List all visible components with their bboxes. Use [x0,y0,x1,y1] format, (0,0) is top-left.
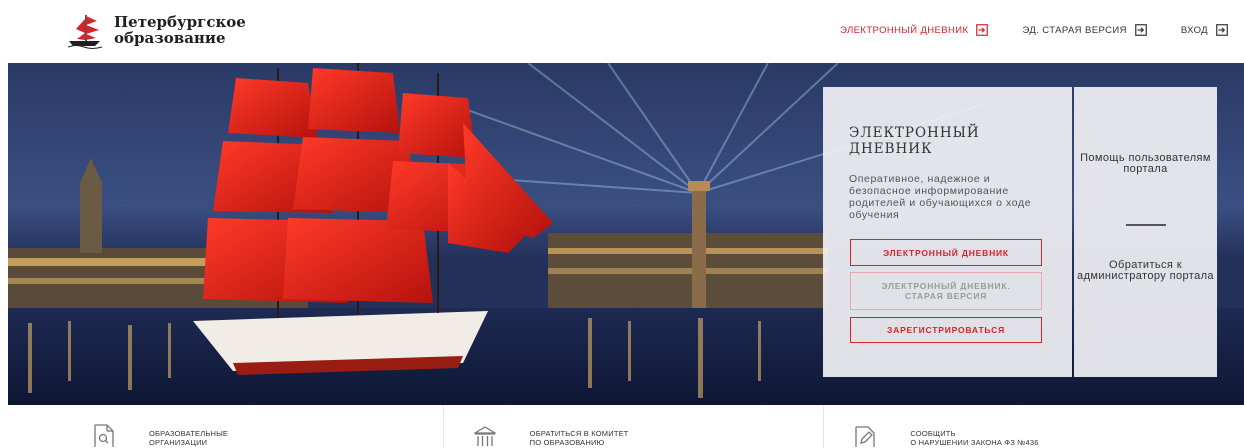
login-icon [1134,24,1147,36]
service-label: ОБРАТИТЬСЯ В КОМИТЕТ ПО ОБРАЗОВАНИЮ [530,429,629,447]
nav-old-version[interactable]: ЭД. СТАРАЯ ВЕРСИЯ [1022,24,1147,36]
old-version-button[interactable]: ЭЛЕКТРОННЫЙ ДНЕВНИК. СТАРАЯ ВЕРСИЯ [850,272,1042,310]
top-navigation: ЭЛЕКТРОННЫЙ ДНЕВНИК ЭД. СТАРАЯ ВЕРСИЯ ВХ… [806,24,1228,36]
brand-name-line2: образование [114,29,226,47]
contact-admin-link[interactable]: Обратиться к администратору портала [1074,260,1217,282]
nav-label: ЭД. СТАРАЯ ВЕРСИЯ [1022,24,1127,36]
government-building-icon [473,426,496,446]
help-divider [1126,224,1166,226]
login-icon [976,24,989,36]
service-educational-organizations[interactable]: ОБРАЗОВАТЕЛЬНЫЕ ОРГАНИЗАЦИИ [63,405,444,448]
register-button[interactable]: ЗАРЕГИСТРИРОВАТЬСЯ [850,317,1042,343]
nav-login[interactable]: ВХОД [1181,24,1228,36]
service-label-line2: О НАРУШЕНИИ ЗАКОНА ФЗ №436 [910,438,1039,447]
brand-name: Петербургское образование [114,14,246,46]
service-label-line1: СООБЩИТЬ [910,429,956,438]
panel-description: Оперативное, надежное и безопасное инфор… [849,173,1032,221]
service-label-line1: ОБРАТИТЬСЯ В КОМИТЕТ [529,429,629,438]
document-search-icon [94,424,114,447]
service-label: СООБЩИТЬ О НАРУШЕНИИ ЗАКОНА ФЗ №436 [910,429,1038,447]
brand-name-line1: Петербургское [114,13,246,31]
electronic-diary-button[interactable]: ЭЛЕКТРОННЫЙ ДНЕВНИК [850,239,1042,266]
diary-panel: ЭЛЕКТРОННЫЙ ДНЕВНИК Оперативное, надежно… [823,87,1072,377]
service-report-violation[interactable]: СООБЩИТЬ О НАРУШЕНИИ ЗАКОНА ФЗ №436 [824,405,1205,448]
login-icon [1216,24,1228,36]
panel-title: ЭЛЕКТРОННЫЙ ДНЕВНИК [849,125,980,157]
pencil-report-icon [855,426,875,447]
service-label-line2: ПО ОБРАЗОВАНИЮ [529,438,605,447]
nav-label: ВХОД [1180,24,1208,36]
brand-logo[interactable]: Петербургское образование [66,11,246,49]
hero-banner: ЭЛЕКТРОННЫЙ ДНЕВНИК Оперативное, надежно… [8,63,1244,405]
scarlet-sails-ship-icon [67,15,103,49]
help-panel: Помощь пользователям портала Обратиться … [1074,87,1217,377]
service-label-line1: ОБРАЗОВАТЕЛЬНЫЕ [149,429,229,438]
site-header: Петербургское образование ЭЛЕКТРОННЫЙ ДН… [0,0,1244,63]
user-help-link[interactable]: Помощь пользователям портала [1074,153,1217,175]
service-label: ОБРАЗОВАТЕЛЬНЫЕ ОРГАНИЗАЦИИ [149,429,228,447]
nav-electronic-diary[interactable]: ЭЛЕКТРОННЫЙ ДНЕВНИК [840,24,989,36]
service-label-line2: ОРГАНИЗАЦИИ [149,438,208,447]
nav-label: ЭЛЕКТРОННЫЙ ДНЕВНИК [840,24,969,36]
service-contact-committee[interactable]: ОБРАТИТЬСЯ В КОМИТЕТ ПО ОБРАЗОВАНИЮ [444,405,825,448]
services-strip: ОБРАЗОВАТЕЛЬНЫЕ ОРГАНИЗАЦИИ ОБРАТИТЬСЯ В… [63,405,1205,448]
